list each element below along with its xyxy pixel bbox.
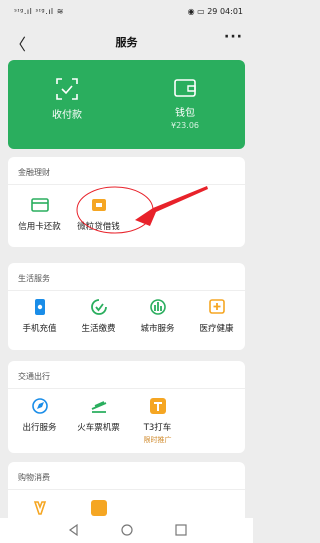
meituan-icon[interactable] xyxy=(91,500,107,516)
back-triangle-icon[interactable] xyxy=(68,523,78,537)
travel-services-item[interactable]: 出行服务 xyxy=(10,397,69,433)
utility-icon xyxy=(90,299,107,315)
home-circle-icon[interactable] xyxy=(121,524,133,536)
city-services-item[interactable]: 城市服务 xyxy=(128,298,187,334)
highlight-circle xyxy=(76,186,154,234)
city-services-label: 城市服务 xyxy=(140,324,175,334)
utility-payment-label: 生活缴费 xyxy=(81,324,116,334)
phone-icon xyxy=(34,299,45,315)
mobile-recharge-item[interactable]: 手机充值 xyxy=(10,298,69,334)
train-flight-tickets-label: 火车票机票 xyxy=(77,423,120,433)
divider xyxy=(8,489,245,490)
train-flight-tickets-item[interactable]: 火车票机票 xyxy=(69,397,128,433)
compass-icon xyxy=(31,398,48,414)
life-section-title: 生活服务 xyxy=(18,274,50,283)
t3-taxi-label: T3打车 xyxy=(143,423,172,433)
medical-health-label: 医疗健康 xyxy=(199,324,234,334)
utility-payment-item[interactable]: 生活缴费 xyxy=(69,298,128,334)
recents-square-icon[interactable] xyxy=(175,524,187,536)
divider xyxy=(8,388,245,389)
system-nav-buttons xyxy=(68,523,187,537)
promo-tag: 限时推广 xyxy=(143,436,172,444)
city-icon xyxy=(149,299,166,315)
shopping-section: 购物消费 xyxy=(8,462,245,518)
shopping-section-title: 购物消费 xyxy=(18,473,50,482)
divider xyxy=(8,290,245,291)
pointer-arrow xyxy=(135,186,208,226)
shopping-item-icon[interactable] xyxy=(32,500,48,516)
travel-section-title: 交通出行 xyxy=(18,372,50,381)
medical-health-item[interactable]: 医疗健康 xyxy=(187,298,246,334)
life-services-section: 生活服务 手机充值 生活缴费 城市服务 医疗健康 xyxy=(8,263,245,350)
t3-taxi-item[interactable]: T3打车 限时推广 xyxy=(128,397,187,445)
travel-services-label: 出行服务 xyxy=(22,423,57,433)
travel-section: 交通出行 出行服务 火车票机票 T3打车 限时推广 xyxy=(8,361,245,453)
train-plane-icon xyxy=(91,401,106,413)
system-nav-bar xyxy=(0,518,253,543)
t3-logo-icon xyxy=(149,398,166,414)
medical-icon xyxy=(208,299,225,314)
mobile-recharge-label: 手机充值 xyxy=(22,324,57,334)
